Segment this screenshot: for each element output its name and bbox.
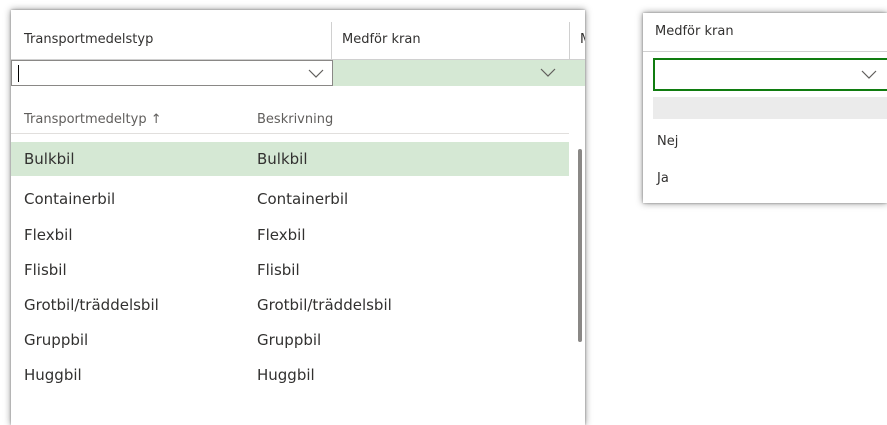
chevron-down-icon[interactable] [306,67,326,81]
medfor-kran-cell[interactable] [333,60,569,86]
type-cell: Flexbil [24,226,73,244]
dropdown-header-transportmedeltyp[interactable]: Transportmedeltyp ↑ [24,112,162,127]
medfor-kran-panel: Medför kran Nej Ja [643,13,887,203]
type-cell: Huggbil [24,366,82,384]
list-item[interactable]: Grotbil/träddelsbil Grotbil/träddelsbil [11,288,569,322]
column-header-medfor-kran[interactable]: Medför kran [342,32,421,47]
chevron-down-icon[interactable] [538,66,558,80]
transportmedelstyp-combobox[interactable] [11,60,333,86]
column-header-transportmedelstyp[interactable]: Transportmedelstyp [24,32,153,47]
next-column-cell[interactable] [569,60,585,86]
list-item[interactable]: Huggbil Huggbil [11,358,569,392]
list-item[interactable]: Containerbil Containerbil [11,182,569,216]
description-cell: Huggbil [257,366,315,384]
column-header-m[interactable]: M [580,32,585,47]
description-cell: Containerbil [257,190,349,208]
column-divider [331,22,332,59]
dropdown-header-divider [11,133,569,134]
list-item[interactable]: Flexbil Flexbil [11,218,569,252]
list-item[interactable]: Flisbil Flisbil [11,253,569,287]
description-cell: Bulkbil [257,150,308,168]
description-cell: Grotbil/träddelsbil [257,296,392,314]
description-cell: Flisbil [257,261,300,279]
transport-grid-panel: Transportmedelstyp Medför kran M Transpo… [11,10,585,425]
dropdown-header-beskrivning[interactable]: Beskrivning [257,112,333,127]
option-ja[interactable]: Ja [657,171,669,186]
header-divider [643,51,887,52]
panel-header-medfor-kran: Medför kran [655,24,734,39]
description-cell: Gruppbil [257,331,322,349]
list-item[interactable]: Gruppbil Gruppbil [11,323,569,357]
type-cell: Flisbil [24,261,67,279]
description-cell: Flexbil [257,226,306,244]
medfor-kran-select[interactable] [653,58,887,91]
text-caret [18,65,19,82]
list-item[interactable]: Bulkbil Bulkbil [11,142,569,176]
column-divider [569,22,570,59]
dropdown-scrollbar[interactable] [578,149,582,342]
type-cell: Gruppbil [24,331,89,349]
type-cell: Bulkbil [24,150,75,168]
empty-option[interactable] [653,97,887,119]
chevron-down-icon[interactable] [859,68,879,82]
option-nej[interactable]: Nej [657,134,678,149]
type-cell: Grotbil/träddelsbil [24,296,159,314]
type-cell: Containerbil [24,190,116,208]
